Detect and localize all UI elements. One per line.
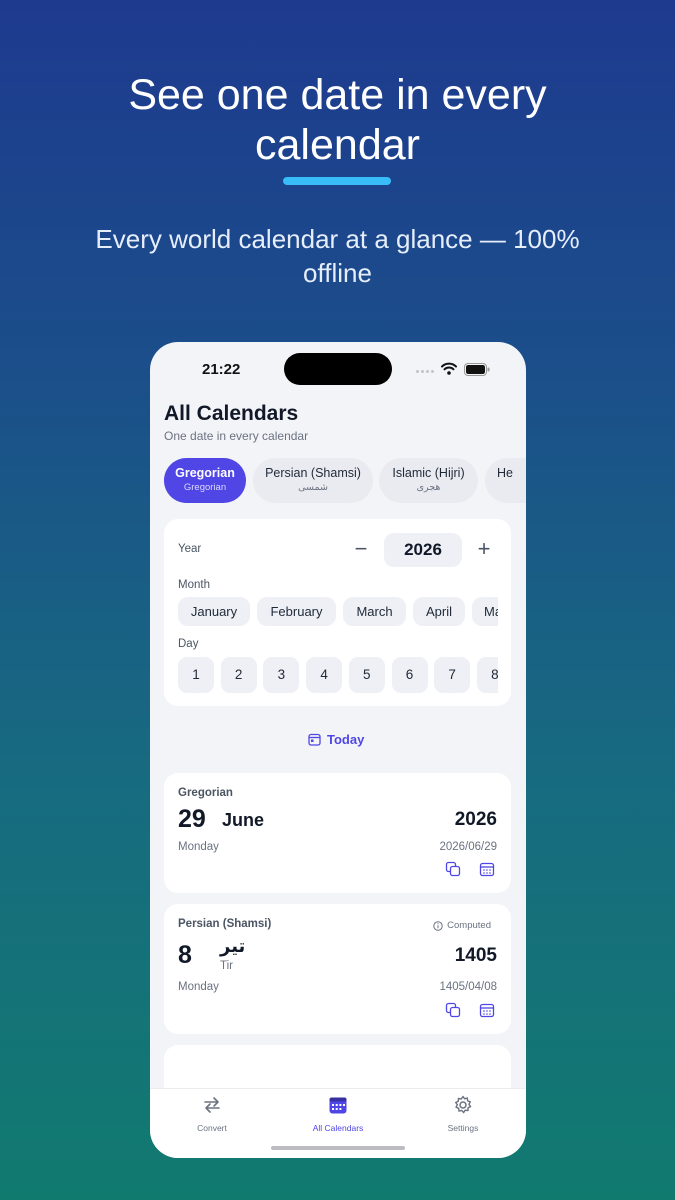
result-weekday: Monday (178, 841, 219, 853)
result-calendar-name: Gregorian (178, 787, 233, 799)
tab-islamic[interactable]: Islamic (Hijri) هجری (379, 458, 478, 503)
day-chip[interactable]: 8 (476, 657, 498, 693)
month-label: Month (178, 579, 210, 591)
result-year: 1405 (454, 945, 497, 966)
date-picker-card: Year − 2026 + Month January February Mar… (164, 519, 511, 706)
tab-label: Gregorian (175, 466, 235, 480)
result-card-gregorian: Gregorian 29 June 2026 Monday 2026/06/29 (164, 773, 511, 893)
promo-headline: See one date in every calendar (0, 70, 675, 170)
month-chip-april[interactable]: April (413, 597, 465, 626)
tab-settings[interactable]: Settings (413, 1095, 513, 1133)
status-time: 21:22 (202, 361, 241, 378)
day-chip[interactable]: 5 (348, 657, 385, 693)
day-chip[interactable]: 6 (391, 657, 428, 693)
computed-label: Computed (447, 920, 491, 931)
promo-headline-line2: calendar (255, 121, 420, 169)
result-calendar-name: Persian (Shamsi) (178, 918, 272, 930)
today-button[interactable]: Today (308, 729, 364, 749)
info-icon (433, 920, 443, 931)
tab-sublabel: Gregorian (183, 482, 227, 493)
tab-persian[interactable]: Persian (Shamsi) شمسی (253, 458, 373, 503)
calendar-grid-icon (329, 1097, 347, 1114)
arrows-exchange-icon (204, 1097, 220, 1113)
result-numeric-date: 1405/04/08 (439, 981, 497, 993)
month-chip-march[interactable]: March (343, 597, 406, 626)
status-bar: 21:22 (150, 342, 526, 392)
day-chip[interactable]: 7 (434, 657, 471, 693)
year-increment-button[interactable]: + (473, 538, 495, 561)
tab-label: Convert (197, 1123, 227, 1133)
day-chip[interactable]: 2 (220, 657, 257, 693)
screen-title: All Calendars (164, 402, 299, 425)
phone-frame: 21:22 All Calendars One date in every ca… (150, 342, 526, 1158)
tab-label: All Calendars (312, 1123, 364, 1133)
year-label: Year (178, 543, 202, 555)
result-day: 8 (178, 941, 192, 969)
day-label: Day (178, 638, 199, 650)
headline-underline (283, 177, 391, 185)
screen-subtitle: One date in every calendar (164, 429, 309, 443)
today-label: Today (327, 731, 365, 747)
battery-icon (464, 363, 490, 376)
tab-all-calendars[interactable]: All Calendars (288, 1095, 388, 1133)
tab-label: Persian (Shamsi) (265, 466, 361, 480)
result-day: 29 (178, 805, 206, 833)
result-month: June (222, 810, 265, 830)
year-decrement-button[interactable]: − (350, 538, 372, 561)
promo-subtitle: Every world calendar at a glance — 100% … (60, 222, 615, 290)
computed-badge: Computed (433, 920, 491, 931)
result-card-persian: Persian (Shamsi) Computed 8 تیر Tir 1405… (164, 904, 511, 1034)
wifi-icon (441, 362, 457, 375)
day-chips: 1 2 3 4 5 6 7 8 (178, 657, 498, 693)
tab-label: Islamic (Hijri) (392, 466, 465, 480)
day-chip[interactable]: 1 (178, 657, 214, 693)
tab-label: Settings (447, 1123, 479, 1133)
calendar-tabs: Gregorian Gregorian Persian (Shamsi) شمس… (164, 458, 526, 504)
result-weekday: Monday (178, 981, 219, 993)
copy-icon[interactable] (445, 861, 461, 877)
gear-icon (455, 1095, 472, 1114)
promo-subtitle-line2: offline (303, 258, 372, 288)
month-chip-january[interactable]: January (178, 597, 250, 626)
dynamic-island (284, 353, 392, 385)
month-chip-february[interactable]: February (257, 597, 336, 626)
promo-headline-line1: See one date in every (128, 71, 547, 119)
month-chips: January February March April Ma (178, 597, 498, 627)
calendar-icon (308, 733, 321, 746)
home-indicator (271, 1146, 405, 1150)
tab-sublabel: شمسی (298, 482, 328, 493)
copy-icon[interactable] (445, 1002, 461, 1018)
calendar-add-icon[interactable] (479, 861, 495, 877)
result-year: 2026 (454, 809, 497, 830)
result-month-latin: Tir (220, 960, 233, 972)
result-numeric-date: 2026/06/29 (439, 841, 497, 853)
tab-gregorian[interactable]: Gregorian Gregorian (164, 458, 246, 503)
tab-convert[interactable]: Convert (162, 1095, 262, 1133)
tab-label: He (497, 466, 513, 480)
result-month: تیر (220, 936, 246, 957)
tab-hebrew[interactable]: He (485, 458, 526, 503)
promo-subtitle-line1: Every world calendar at a glance — 100% (95, 224, 580, 254)
cellular-signal-icon (416, 370, 434, 373)
year-value[interactable]: 2026 (384, 533, 462, 567)
day-chip[interactable]: 4 (306, 657, 343, 693)
calendar-add-icon[interactable] (479, 1002, 495, 1018)
tab-sublabel: هجری (416, 482, 441, 493)
day-chip[interactable]: 3 (263, 657, 300, 693)
month-chip-may[interactable]: Ma (472, 597, 498, 626)
